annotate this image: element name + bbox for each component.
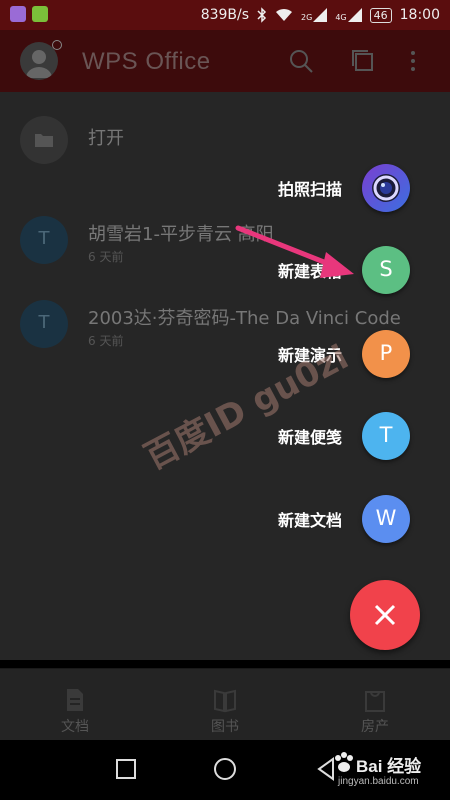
close-icon: [374, 604, 396, 626]
book-icon: [214, 689, 236, 713]
new-spreadsheet-button[interactable]: S: [362, 246, 410, 294]
app-title: WPS Office: [82, 48, 211, 75]
signal-2g: 2G: [301, 8, 328, 22]
fab-label: 新建文档: [277, 511, 342, 530]
fab-item-scan[interactable]: 拍照扫描: [0, 160, 450, 216]
fab-item-document[interactable]: 新建文档 W: [0, 491, 450, 547]
folder-icon: [35, 134, 53, 147]
tab-label: 图书: [211, 719, 239, 735]
app-bar: WPS Office: [0, 30, 450, 92]
fab-item-spreadsheet[interactable]: 新建表格 S: [0, 242, 450, 298]
baidu-site-text: jingyan.baidu.com: [338, 776, 419, 787]
baidu-jingyan-logo: Bai 经验 jingyan.baidu.com: [330, 748, 442, 796]
bluetooth-icon: [257, 7, 267, 23]
tab-label: 文档: [61, 719, 89, 735]
tab-property[interactable]: 房产: [335, 669, 415, 741]
net-speed: 839B/s: [200, 7, 250, 23]
new-note-button[interactable]: T: [362, 412, 410, 460]
bottom-nav: 文档 图书 房产: [0, 668, 450, 741]
folder-icon-circle: [20, 116, 68, 164]
recents-icon[interactable]: [115, 758, 137, 780]
wifi-icon: [276, 8, 293, 21]
scan-button[interactable]: [362, 164, 410, 212]
search-icon[interactable]: [288, 48, 314, 74]
wechat-notification-icon: [32, 6, 48, 22]
signal-icon: [313, 8, 328, 22]
paw-icon: [335, 752, 353, 772]
net-4g-label: 4G: [335, 13, 347, 22]
status-bar: 839B/s 2G 4G 46 18:00: [0, 0, 450, 30]
signal-4g: 4G: [335, 8, 362, 22]
clock: 18:00: [399, 7, 440, 23]
baidu-brand-text: Bai 经验: [356, 757, 422, 776]
signal-icon: [347, 8, 362, 22]
new-document-button[interactable]: W: [362, 495, 410, 543]
more-vert-icon[interactable]: [408, 48, 418, 74]
tab-label: 房产: [361, 719, 389, 735]
battery-indicator: 46: [369, 7, 392, 23]
open-label: 打开: [88, 128, 124, 149]
tab-documents[interactable]: 文档: [35, 669, 115, 741]
screen: 839B/s 2G 4G 46 18:00 WPS Office 打开 T 胡雪…: [0, 0, 450, 800]
fab-close-button[interactable]: [350, 580, 420, 650]
notification-icons: [10, 6, 48, 22]
home-icon[interactable]: [213, 757, 237, 781]
document-icon: [67, 689, 83, 711]
annotation-arrow: [235, 225, 354, 278]
fab-label: 拍照扫描: [277, 180, 342, 199]
gallery-notification-icon: [10, 6, 26, 22]
multi-window-icon[interactable]: [350, 48, 376, 74]
house-icon: [365, 691, 385, 712]
t-letter: T: [379, 423, 393, 447]
tab-books[interactable]: 图书: [185, 669, 265, 741]
net-2g-label: 2G: [301, 13, 313, 22]
camera-lens-icon: [372, 174, 400, 202]
s-letter: S: [379, 257, 393, 281]
notification-dot: [52, 40, 62, 50]
fab-label: 新建便笺: [277, 428, 342, 447]
status-indicators: 839B/s 2G 4G 46 18:00: [201, 6, 440, 24]
w-letter: W: [375, 506, 397, 530]
